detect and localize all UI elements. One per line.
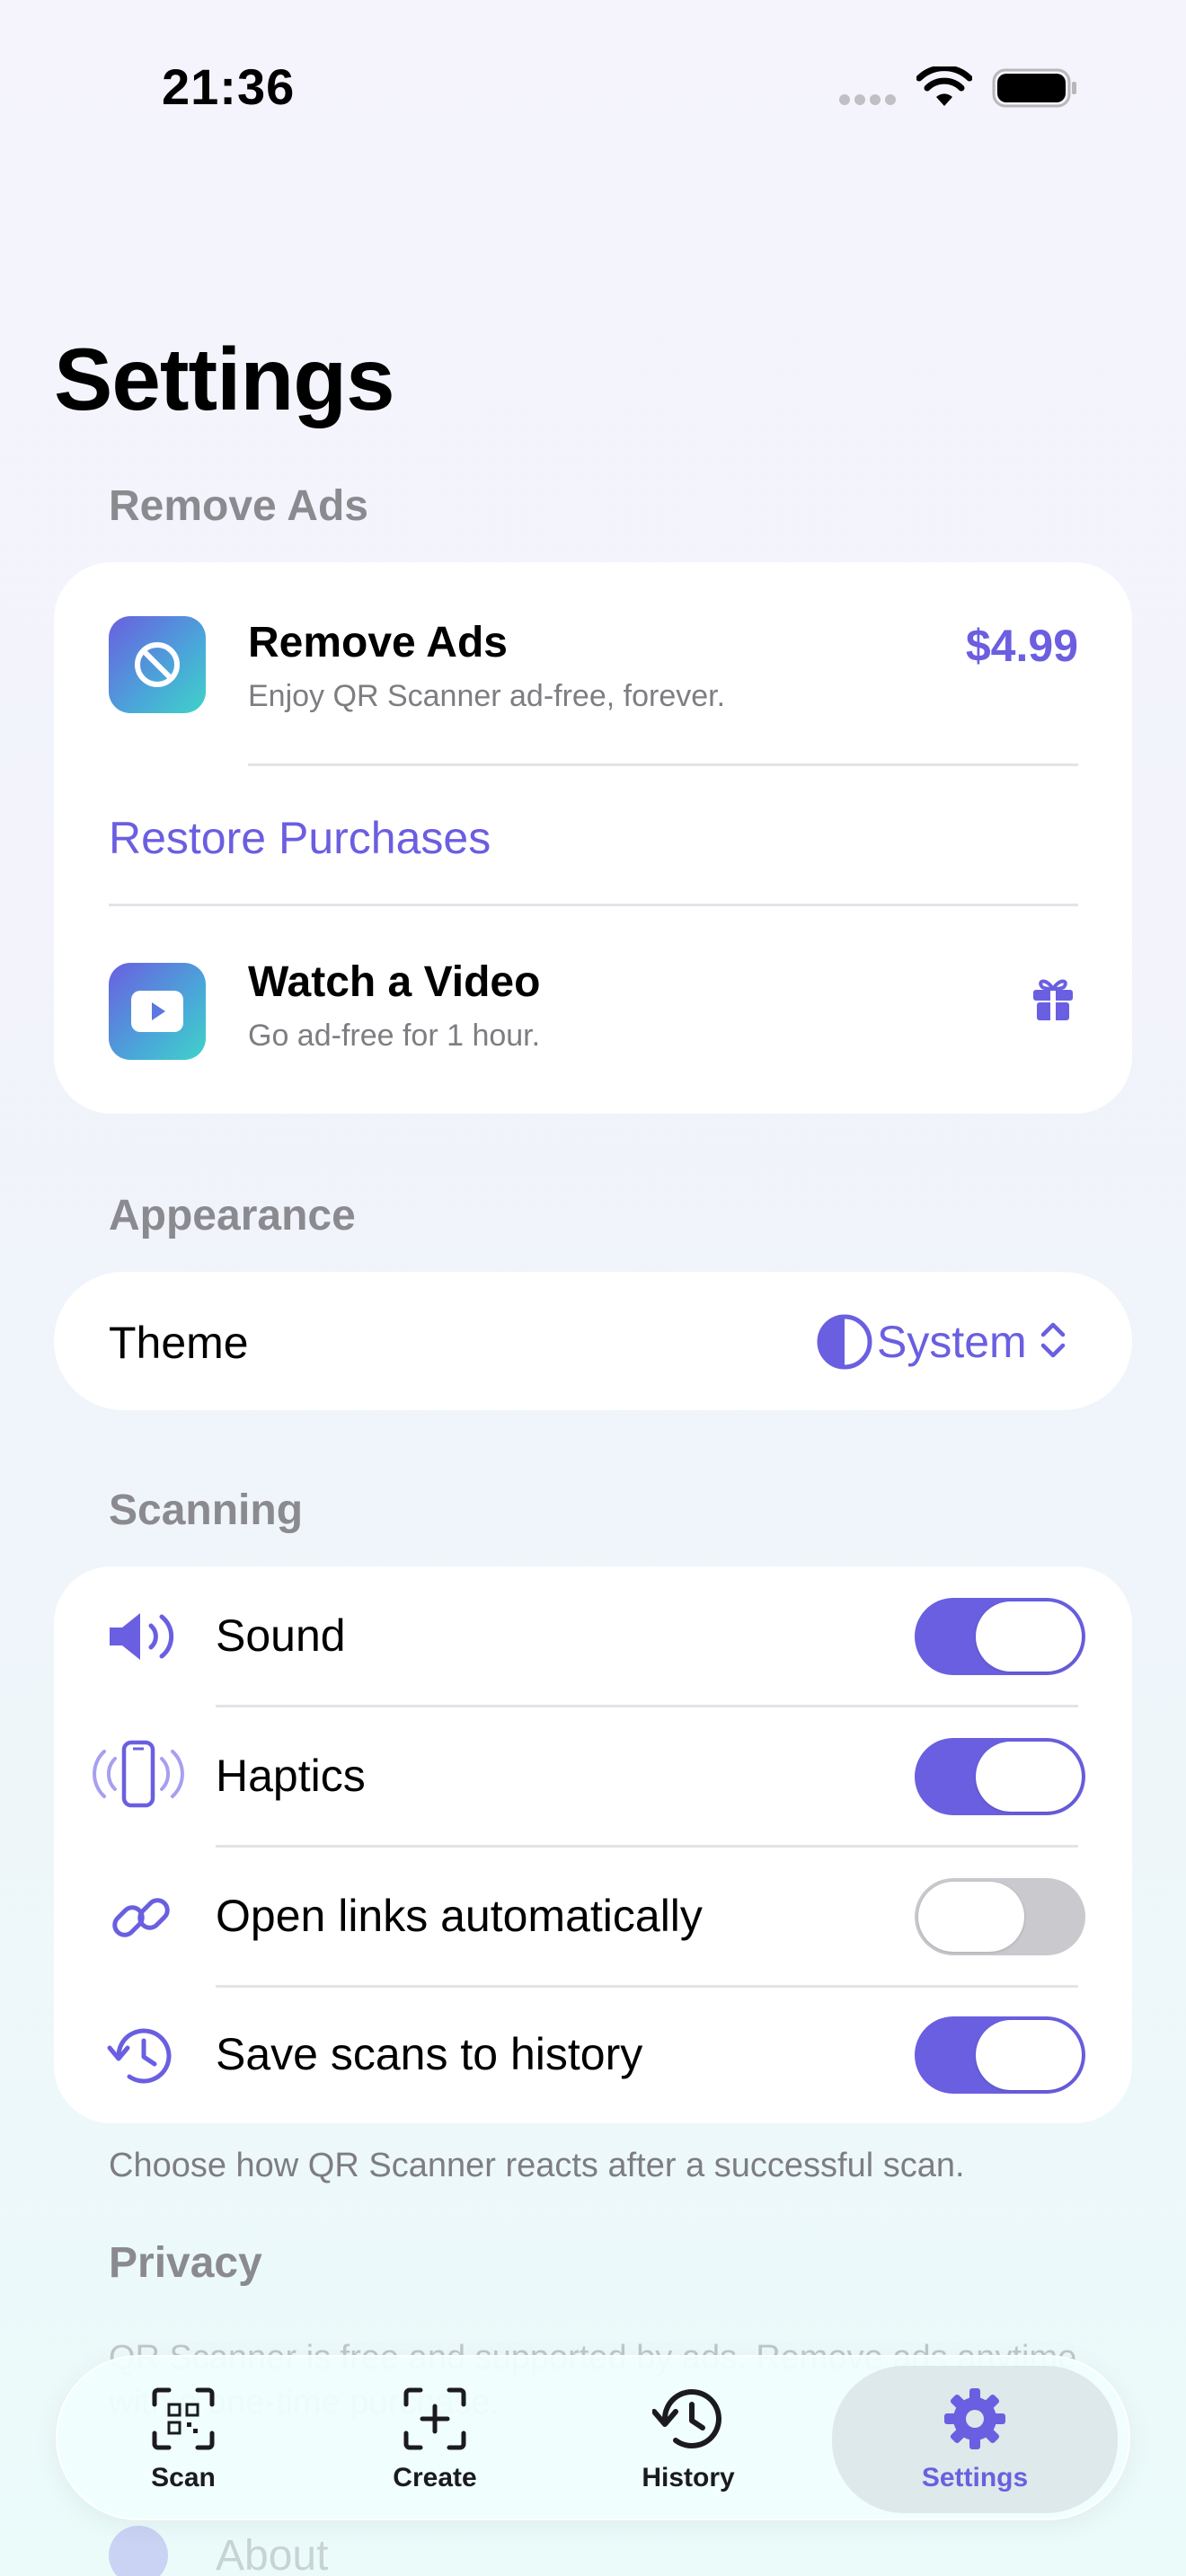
scanning-card: Sound Haptics Open links automatically S… bbox=[54, 1566, 1132, 2123]
qr-code-scan-icon bbox=[151, 2386, 216, 2456]
section-header-scanning: Scanning bbox=[109, 1486, 304, 1534]
tab-history[interactable]: History bbox=[598, 2357, 778, 2522]
chevron-up-down-icon bbox=[1040, 1319, 1067, 1365]
theme-label: Theme bbox=[109, 1318, 249, 1368]
scanning-footnote: Choose how QR Scanner reacts after a suc… bbox=[109, 2147, 965, 2184]
theme-value: System bbox=[877, 1317, 1027, 1367]
save-history-label: Save scans to history bbox=[216, 2029, 643, 2079]
remove-ads-price[interactable]: $4.99 bbox=[966, 620, 1078, 672]
remove-ads-subtitle: Enjoy QR Scanner ad-free, forever. bbox=[248, 679, 726, 713]
tab-scan-label: Scan bbox=[151, 2462, 216, 2492]
clock-history-icon bbox=[651, 2386, 724, 2456]
link-icon bbox=[108, 1884, 174, 1955]
theme-picker[interactable]: System bbox=[816, 1306, 1085, 1378]
half-circle-icon bbox=[816, 1313, 873, 1371]
haptics-row: Haptics bbox=[54, 1707, 1132, 1847]
appearance-card: Theme System bbox=[54, 1272, 1132, 1410]
watch-video-subtitle: Go ad-free for 1 hour. bbox=[248, 1019, 541, 1053]
tab-bar: Scan Create History Settings bbox=[56, 2355, 1130, 2520]
watch-video-row[interactable]: Watch a Video Go ad-free for 1 hour. bbox=[54, 907, 1132, 1114]
no-ads-icon bbox=[109, 616, 206, 713]
tab-history-label: History bbox=[642, 2462, 735, 2492]
remove-ads-card: Remove Ads Enjoy QR Scanner ad-free, for… bbox=[54, 562, 1132, 1114]
divider bbox=[109, 904, 1078, 906]
phone-vibrate-icon bbox=[92, 1739, 185, 1813]
open-links-toggle[interactable] bbox=[915, 1878, 1085, 1955]
open-links-row: Open links automatically bbox=[54, 1847, 1132, 1987]
haptics-label: Haptics bbox=[216, 1751, 366, 1801]
sound-toggle[interactable] bbox=[915, 1598, 1085, 1675]
restore-purchases-button[interactable]: Restore Purchases bbox=[109, 812, 491, 864]
open-links-label: Open links automatically bbox=[216, 1891, 703, 1941]
tab-settings[interactable]: Settings bbox=[832, 2366, 1118, 2513]
save-history-row: Save scans to history bbox=[54, 1987, 1132, 2123]
watch-video-title: Watch a Video bbox=[248, 958, 541, 1006]
remove-ads-row[interactable]: Remove Ads Enjoy QR Scanner ad-free, for… bbox=[54, 562, 1132, 765]
haptics-toggle[interactable] bbox=[915, 1738, 1085, 1815]
play-video-icon bbox=[109, 963, 206, 1060]
history-icon bbox=[106, 2021, 176, 2094]
sound-row: Sound bbox=[54, 1566, 1132, 1707]
page-title: Settings bbox=[54, 330, 395, 428]
divider bbox=[248, 763, 1078, 766]
tab-create[interactable]: Create bbox=[345, 2357, 525, 2522]
section-header-appearance: Appearance bbox=[109, 1192, 356, 1239]
status-time: 21:36 bbox=[162, 58, 296, 115]
tab-settings-label: Settings bbox=[921, 2462, 1029, 2492]
tab-create-label: Create bbox=[393, 2462, 477, 2492]
wifi-icon bbox=[916, 65, 973, 112]
section-header-privacy: Privacy bbox=[109, 2239, 262, 2287]
plus-square-icon bbox=[403, 2386, 467, 2456]
tab-scan[interactable]: Scan bbox=[93, 2357, 273, 2522]
gift-icon bbox=[1030, 974, 1076, 1027]
about-label[interactable]: About bbox=[216, 2531, 328, 2576]
gear-icon bbox=[943, 2386, 1007, 2456]
remove-ads-title: Remove Ads bbox=[248, 619, 508, 666]
speaker-icon bbox=[106, 1608, 178, 1670]
battery-icon bbox=[992, 68, 1078, 112]
save-history-toggle[interactable] bbox=[915, 2016, 1085, 2094]
info-icon bbox=[109, 2526, 168, 2576]
cellular-dots-icon bbox=[839, 93, 900, 110]
section-header-remove-ads: Remove Ads bbox=[109, 482, 368, 530]
sound-label: Sound bbox=[216, 1610, 346, 1661]
